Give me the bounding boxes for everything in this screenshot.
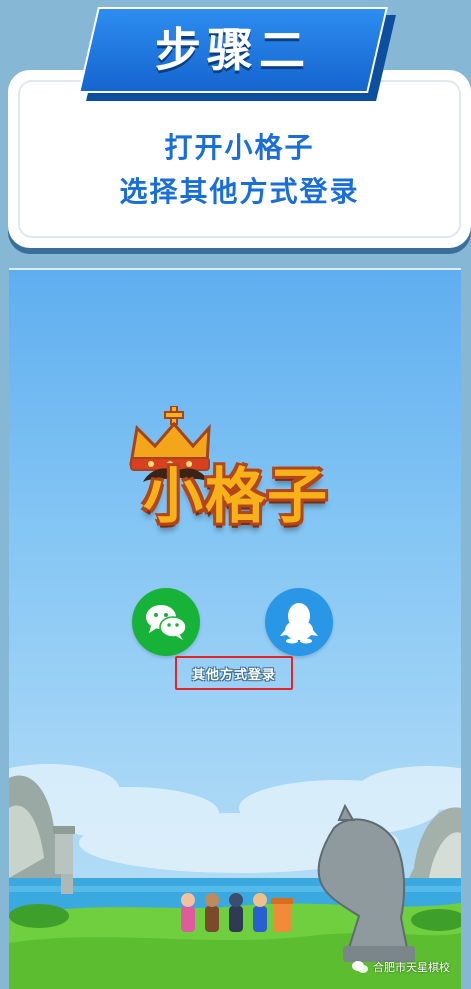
qq-login-button[interactable] xyxy=(265,588,333,656)
app-logo: 小格子 xyxy=(101,406,371,536)
other-login-label: 其他方式登录 xyxy=(191,667,276,683)
watermark: 合肥市天星棋校 xyxy=(351,956,450,978)
watermark-text: 合肥市天星棋校 xyxy=(373,961,450,974)
wechat-icon xyxy=(146,605,187,640)
instruction-line-2: 选择其他方式登录 xyxy=(119,175,360,208)
wechat-official-account-icon xyxy=(352,961,368,973)
qq-penguin-icon xyxy=(280,603,318,644)
instruction-line-1: 打开小格子 xyxy=(164,131,315,164)
other-login-button[interactable]: 其他方式登录 xyxy=(175,656,293,690)
wechat-login-button[interactable] xyxy=(132,588,200,656)
step-banner: 步骤二 xyxy=(78,7,396,101)
chess-scenery-illustration xyxy=(9,775,461,989)
app-login-screen: 小格子 其他方式登录 合肥市天星棋校 xyxy=(9,268,461,989)
logo-text: 小格子 xyxy=(143,462,329,532)
step-title: 步骤二 xyxy=(155,23,311,77)
